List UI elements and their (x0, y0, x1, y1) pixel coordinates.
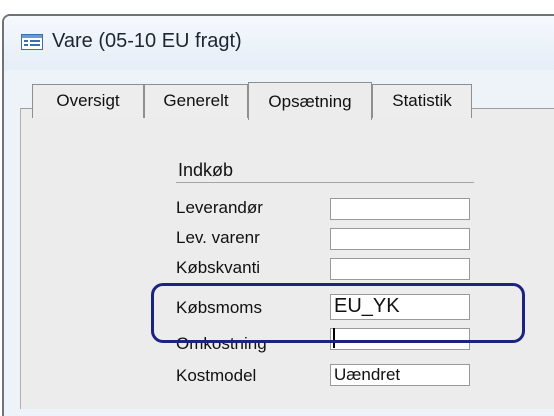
leverandor-field[interactable] (330, 198, 470, 220)
kobsmoms-field[interactable]: EU_YK (330, 294, 470, 320)
kostmodel-field[interactable]: Uændret (330, 364, 470, 386)
window-title: Vare (05-10 EU fragt) (52, 30, 242, 52)
label-leverandor: Leverandør (176, 198, 263, 217)
form-window-icon (21, 34, 43, 50)
tab-generelt[interactable]: Generelt (144, 84, 248, 118)
tab-oversigt[interactable]: Oversigt (32, 84, 144, 118)
label-lev-varenr: Lev. varenr (176, 228, 260, 247)
section-divider (176, 182, 474, 183)
text-caret (333, 328, 335, 348)
label-kostmodel: Kostmodel (176, 366, 257, 385)
label-kobsmoms: Købsmoms (176, 298, 262, 317)
kobskvanti-field[interactable] (330, 258, 470, 280)
lev-varenr-field[interactable] (330, 228, 470, 250)
app-window: Vare (05-10 EU fragt) Oversigt Generelt … (0, 0, 554, 416)
omkostning-field[interactable] (330, 328, 470, 350)
tab-statistik[interactable]: Statistik (372, 84, 472, 118)
label-kobskvanti: Købskvanti (176, 258, 261, 277)
tab-opsaetning[interactable]: Opsætning (248, 82, 372, 120)
label-omkostning: Omkostning (176, 334, 267, 353)
section-title-indkob: Indkøb (178, 160, 234, 180)
tab-panel (20, 108, 554, 409)
